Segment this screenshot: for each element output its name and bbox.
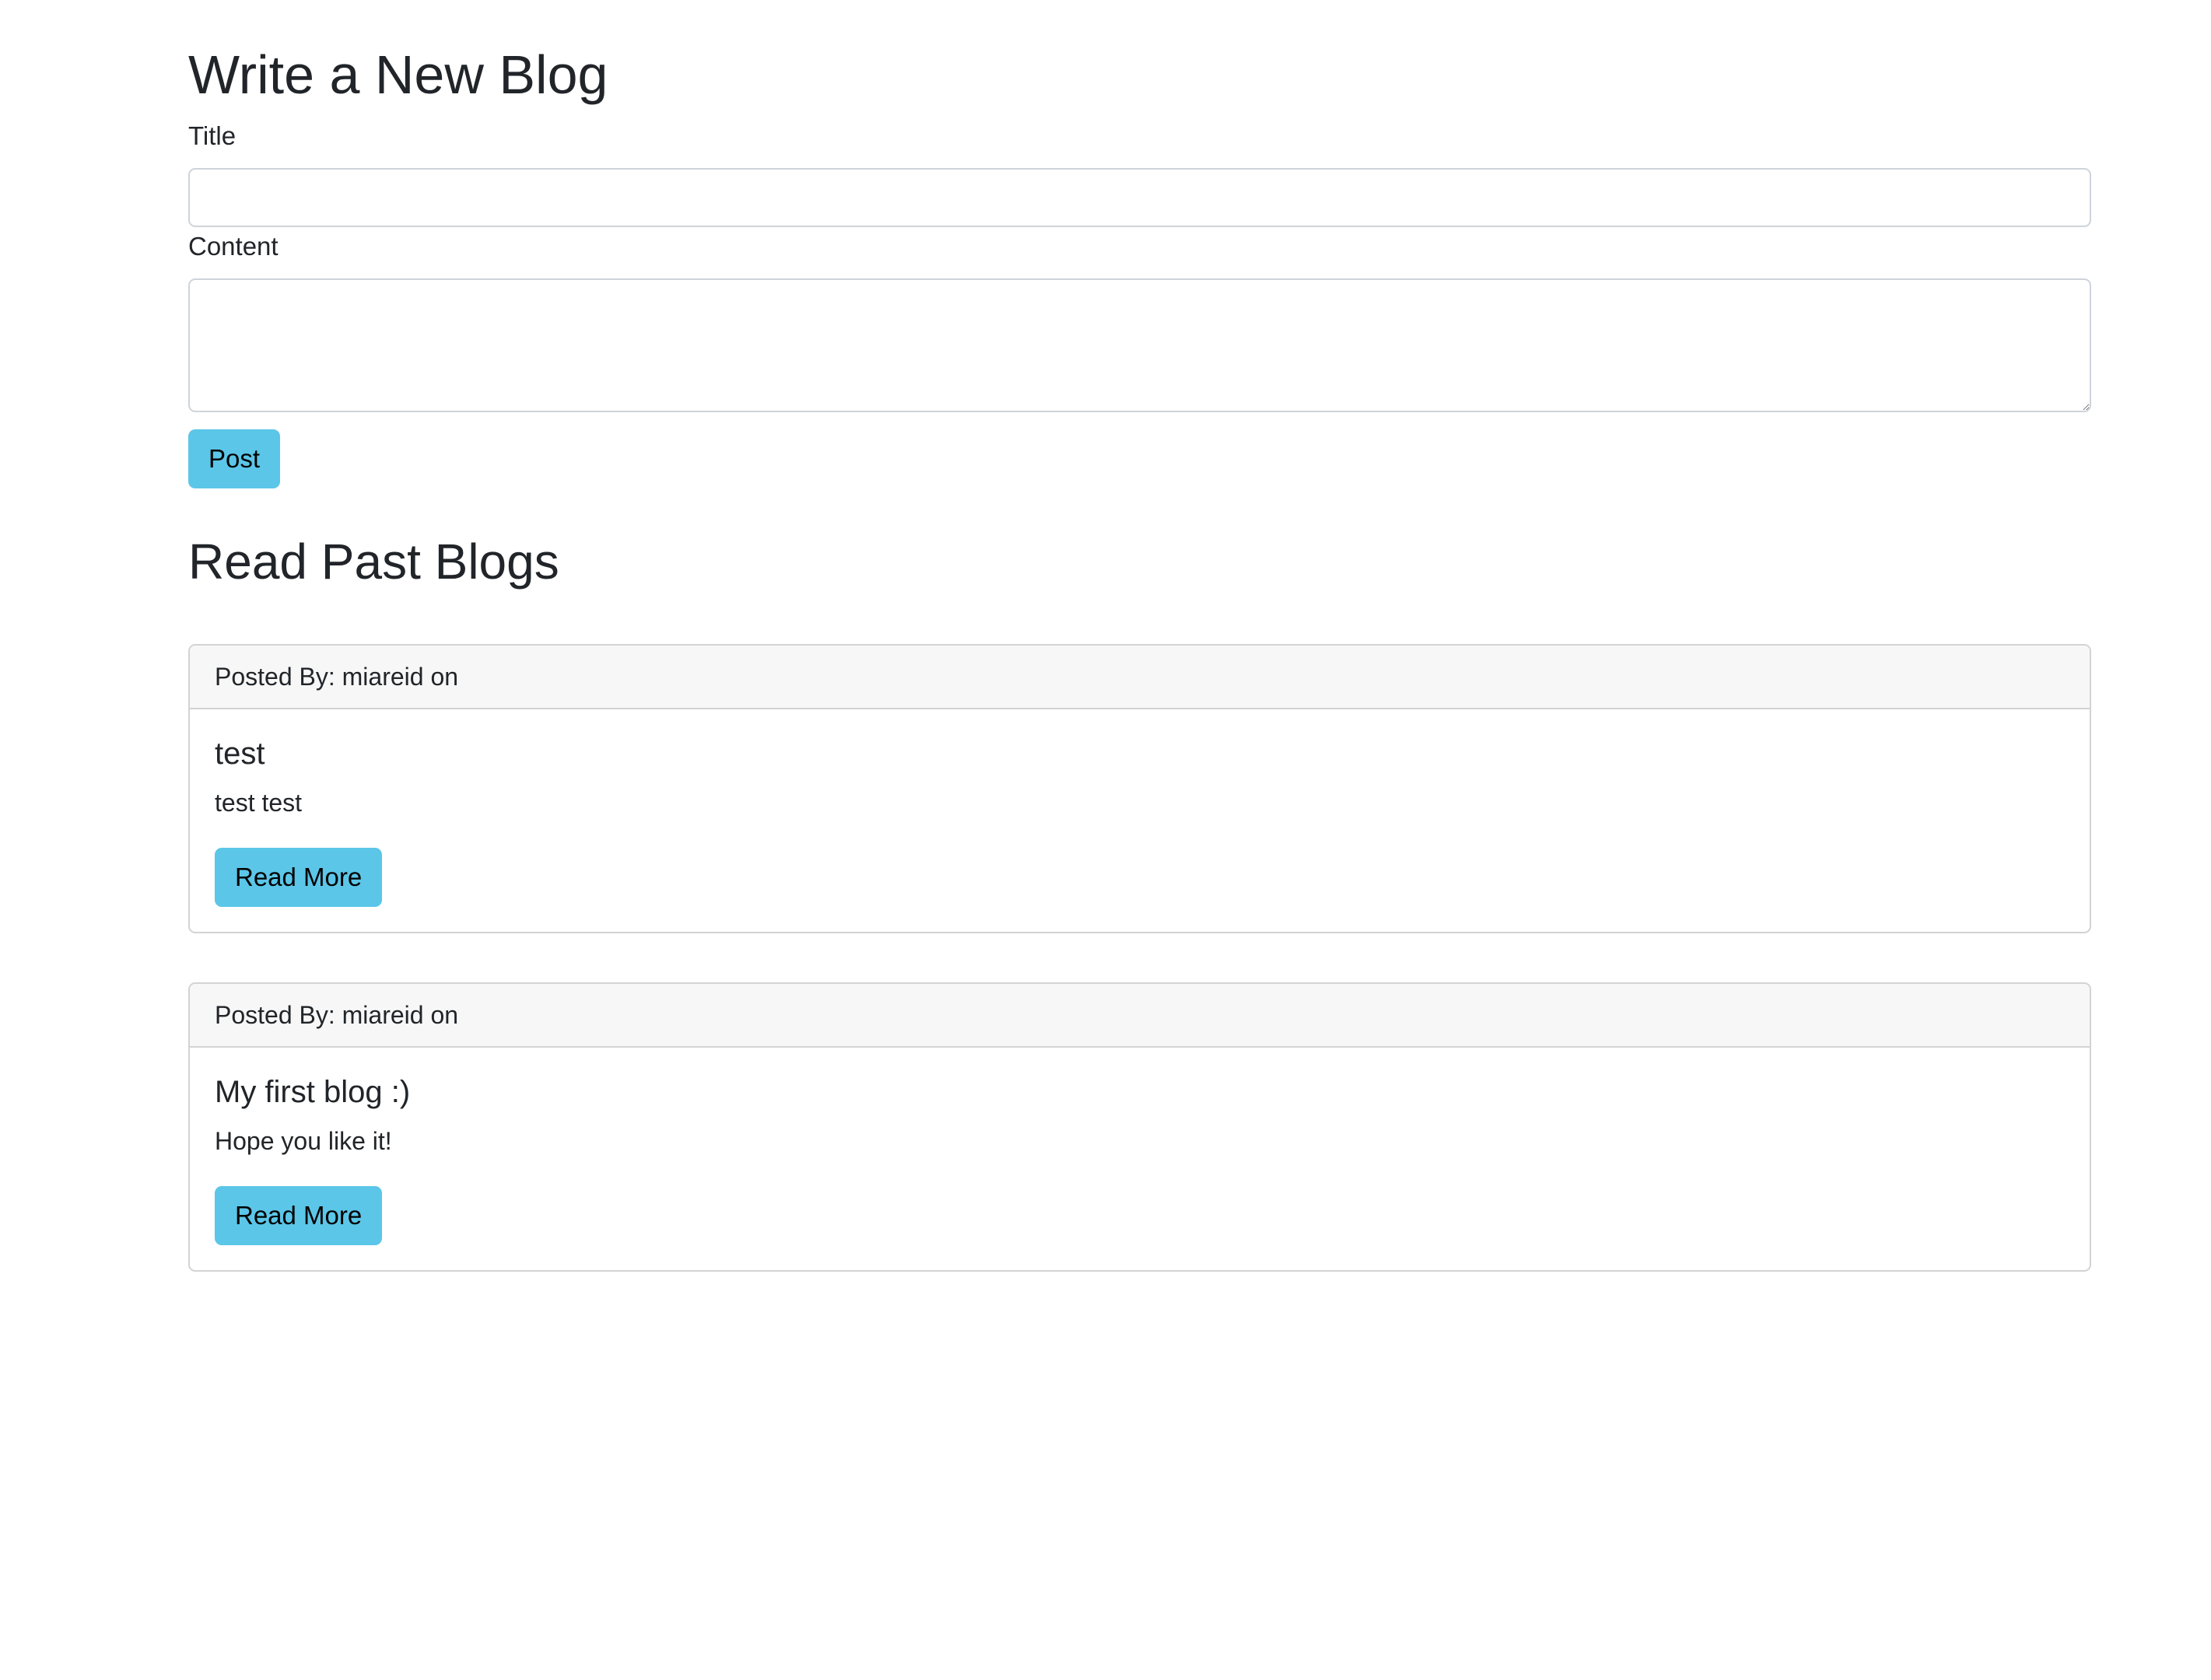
blog-card-header: Posted By: miareid on [190, 984, 2090, 1048]
blog-card-text: test test [215, 789, 303, 817]
read-more-button[interactable]: Read More [215, 1186, 383, 1245]
past-blogs-title: Read Past Blogs [188, 534, 559, 590]
blog-card: Posted By: miareid on My first blog :) H… [188, 982, 2091, 1272]
post-button[interactable]: Post [188, 429, 281, 488]
blog-card-title: My first blog :) [215, 1075, 411, 1109]
content-textarea[interactable] [188, 278, 2091, 412]
content-label: Content [188, 232, 279, 261]
title-input[interactable] [188, 168, 2091, 227]
blog-card-header: Posted By: miareid on [190, 646, 2090, 709]
blog-card-text: Hope you like it! [215, 1127, 392, 1155]
blog-card: Posted By: miareid on test test test Rea… [188, 644, 2091, 933]
blog-card-title: test [215, 737, 265, 771]
read-more-button[interactable]: Read More [215, 848, 383, 907]
page-title: Write a New Blog [188, 44, 608, 105]
title-label: Title [188, 121, 237, 150]
